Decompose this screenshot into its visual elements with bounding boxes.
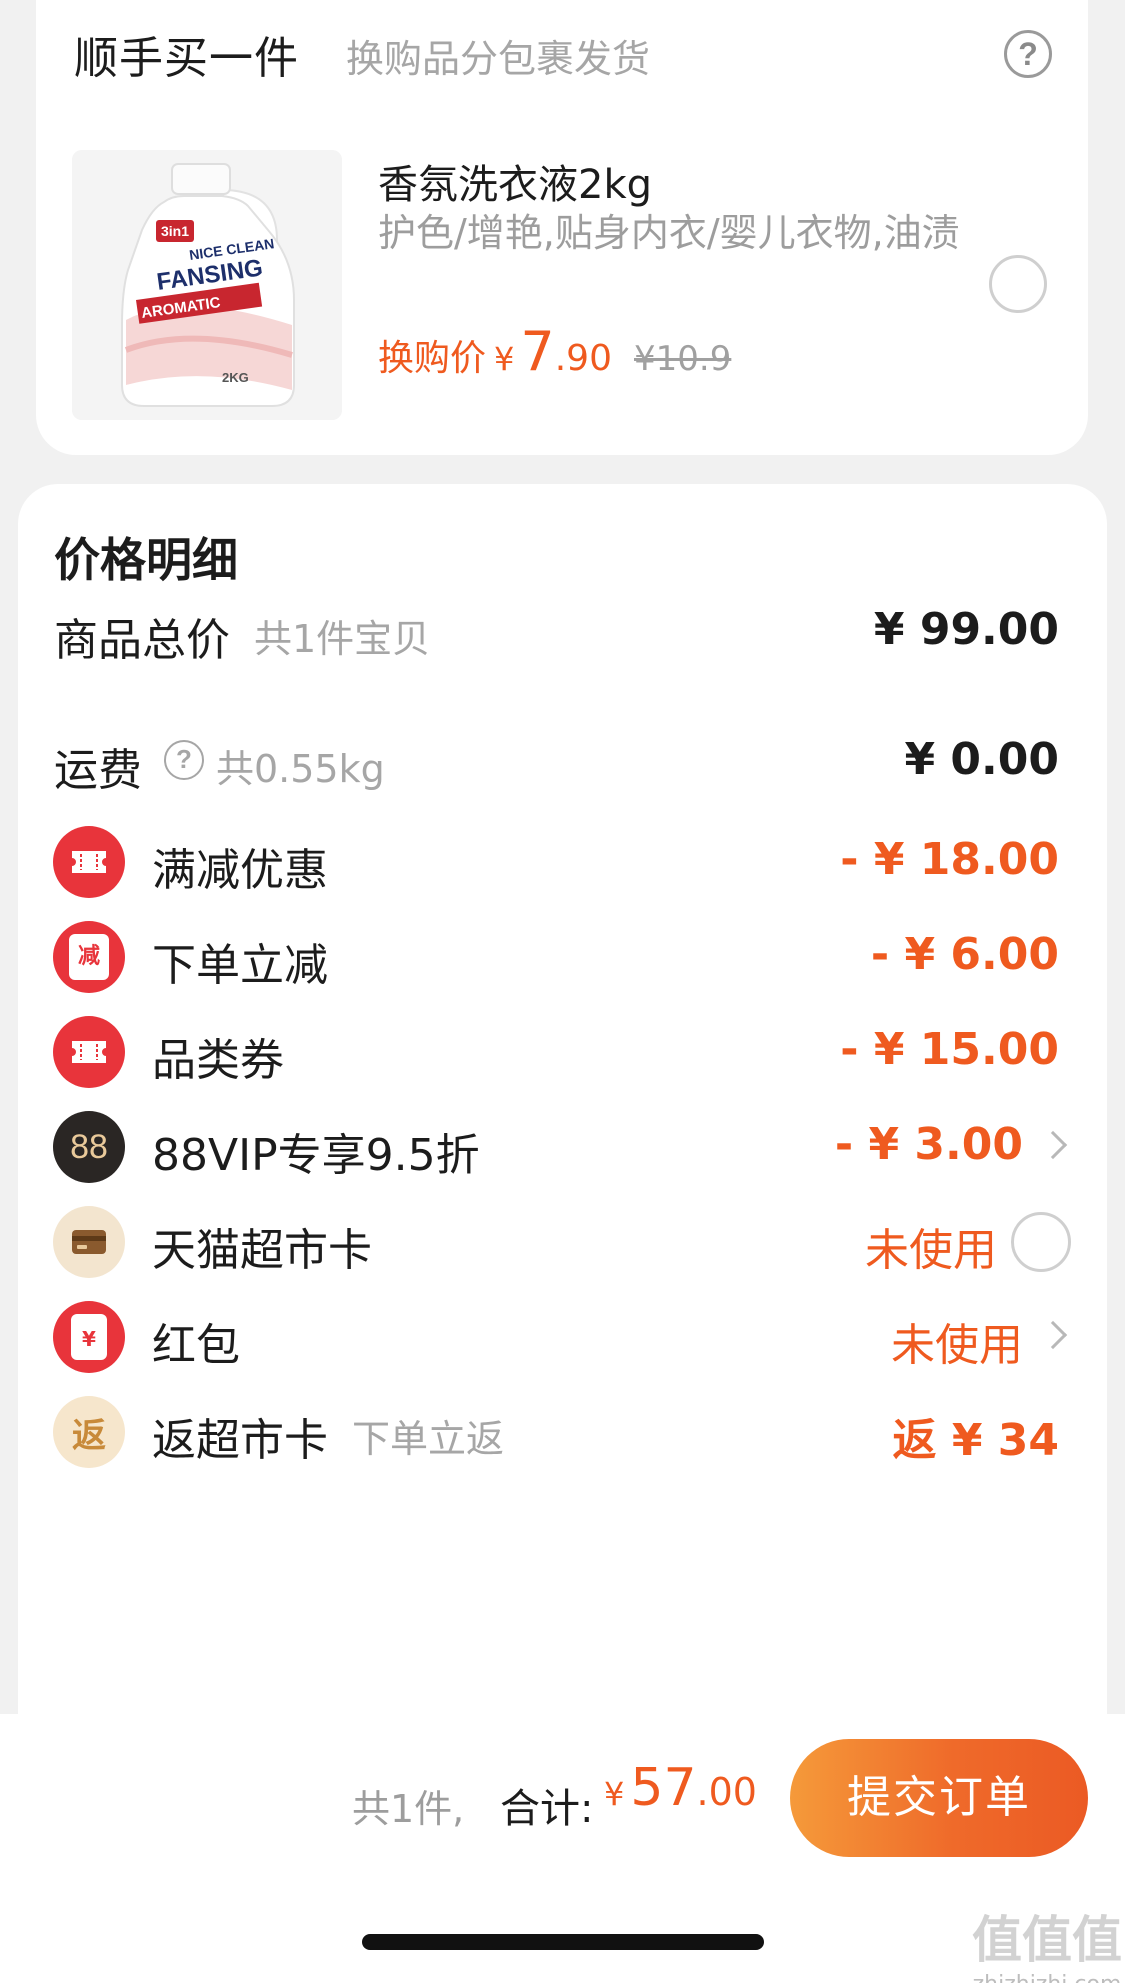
detergent-bottle-icon: 3in1 NICE CLEAN FANSING AROMATIC 2KG: [72, 150, 342, 420]
shipping-weight-hint: 共0.55kg: [216, 747, 385, 791]
price-detail-title: 价格明细: [54, 533, 238, 587]
submit-order-button[interactable]: 提交订单: [790, 1739, 1088, 1857]
addon-subtitle: 换购品分包裹发货: [346, 37, 651, 81]
addon-card: 顺手买一件 换购品分包裹发货 ? 3in1 NICE CLEAN FANSING: [36, 0, 1088, 455]
supermarket-card-radio[interactable]: [1011, 1212, 1071, 1272]
full-reduction-value: - ¥ 18.00: [840, 834, 1059, 885]
row-rebate-card: 返 返超市卡 下单立返 返 ¥ 34: [18, 1382, 1107, 1472]
instant-discount-value: - ¥ 6.00: [870, 929, 1059, 980]
row-instant-discount[interactable]: 减 下单立减 - ¥ 6.00: [18, 907, 1107, 997]
rebate-value: 返 ¥ 34: [892, 1415, 1059, 1466]
rebate-glyph: 返: [72, 1415, 106, 1456]
addon-select-radio[interactable]: [989, 255, 1047, 313]
addon-price-currency: ¥: [494, 340, 515, 378]
supermarket-card-label: 天猫超市卡: [152, 1225, 372, 1276]
chevron-right-icon: [1038, 1130, 1068, 1160]
total-integer: 57: [630, 1758, 697, 1818]
bottle-weight-text: 2KG: [222, 370, 249, 385]
88vip-value: - ¥ 3.00: [834, 1119, 1023, 1170]
row-category-coupon[interactable]: 品类券 - ¥ 15.00: [18, 1002, 1107, 1092]
row-supermarket-card[interactable]: 天猫超市卡 未使用: [18, 1192, 1107, 1282]
item-total-hint: 共1件宝贝: [254, 617, 431, 661]
addon-price-integer: 7: [520, 320, 555, 383]
product-name[interactable]: 香氛洗衣液2kg: [378, 152, 652, 210]
ticket-icon: [53, 826, 125, 898]
addon-price: 换购价 ¥ 7 .90 ¥10.9: [378, 320, 731, 390]
88vip-label: 88VIP专享9.5折: [152, 1130, 480, 1181]
88vip-glyph: 88: [70, 1127, 108, 1166]
shipping-label: 运费: [54, 745, 142, 796]
addon-price-decimal: .90: [554, 338, 612, 379]
instant-discount-icon: 减: [53, 921, 125, 993]
rebate-icon: 返: [53, 1396, 125, 1468]
full-reduction-label: 满减优惠: [152, 845, 328, 896]
row-shipping: 运费 ? 共0.55kg ¥ 0.00: [18, 712, 1107, 802]
shipping-help-icon[interactable]: ?: [164, 740, 204, 780]
total-decimal: .00: [696, 1770, 757, 1814]
supermarket-card-value: 未使用: [865, 1225, 997, 1276]
bottle-badge-text: 3in1: [161, 223, 189, 239]
addon-original-price: ¥10.9: [634, 339, 732, 379]
red-packet-value: 未使用: [891, 1320, 1023, 1371]
rebate-label: 返超市卡: [152, 1415, 328, 1466]
total-currency: ¥: [604, 1775, 625, 1813]
total-amount: ¥ 57 .00: [604, 1758, 757, 1818]
help-icon[interactable]: ?: [1004, 30, 1052, 78]
red-packet-glyph: ¥: [71, 1314, 107, 1360]
home-indicator[interactable]: [362, 1934, 764, 1950]
instant-discount-label: 下单立减: [152, 940, 328, 991]
item-total-value: ¥ 99.00: [873, 604, 1059, 655]
ticket-icon: [53, 1016, 125, 1088]
product-image[interactable]: 3in1 NICE CLEAN FANSING AROMATIC 2KG: [72, 150, 342, 420]
watermark-glyphs: 值值值: [972, 1911, 1122, 1969]
chevron-right-icon: [1038, 1320, 1068, 1350]
row-full-reduction[interactable]: 满减优惠 - ¥ 18.00: [18, 812, 1107, 902]
category-coupon-label: 品类券: [152, 1035, 284, 1086]
item-count: 共1件,: [352, 1787, 465, 1831]
88vip-icon: 88: [53, 1111, 125, 1183]
red-packet-icon: ¥: [53, 1301, 125, 1373]
shipping-value: ¥ 0.00: [904, 734, 1060, 785]
price-detail-card: 价格明细 商品总价 共1件宝贝 ¥ 99.00 运费 ? 共0.55kg ¥ 0…: [18, 484, 1107, 1714]
watermark-text: zhizhizhi.com: [972, 1972, 1122, 1983]
rebate-hint: 下单立返: [352, 1417, 505, 1461]
category-coupon-value: - ¥ 15.00: [840, 1024, 1059, 1075]
item-total-label: 商品总价: [54, 615, 230, 666]
order-confirm-page: 顺手买一件 换购品分包裹发货 ? 3in1 NICE CLEAN FANSING: [0, 0, 1125, 1983]
addon-title: 顺手买一件: [74, 33, 299, 84]
addon-price-label: 换购价: [378, 338, 487, 379]
card-icon: [53, 1206, 125, 1278]
total-label: 合计:: [500, 1786, 594, 1832]
watermark: 值值值 zhizhizhi.com: [972, 1900, 1122, 1983]
row-88vip[interactable]: 88 88VIP专享9.5折 - ¥ 3.00: [18, 1097, 1107, 1187]
instant-discount-glyph: 减: [69, 934, 109, 980]
row-item-total: 商品总价 共1件宝贝 ¥ 99.00: [18, 582, 1107, 672]
product-description: 护色/增艳,贴身内衣/婴儿衣物,油渍: [378, 211, 960, 255]
row-red-packet[interactable]: ¥ 红包 未使用: [18, 1287, 1107, 1377]
red-packet-label: 红包: [152, 1320, 240, 1371]
bottom-bar: 共1件, 合计: ¥ 57 .00 提交订单 值值值 zhizhizhi.com: [0, 1714, 1125, 1983]
